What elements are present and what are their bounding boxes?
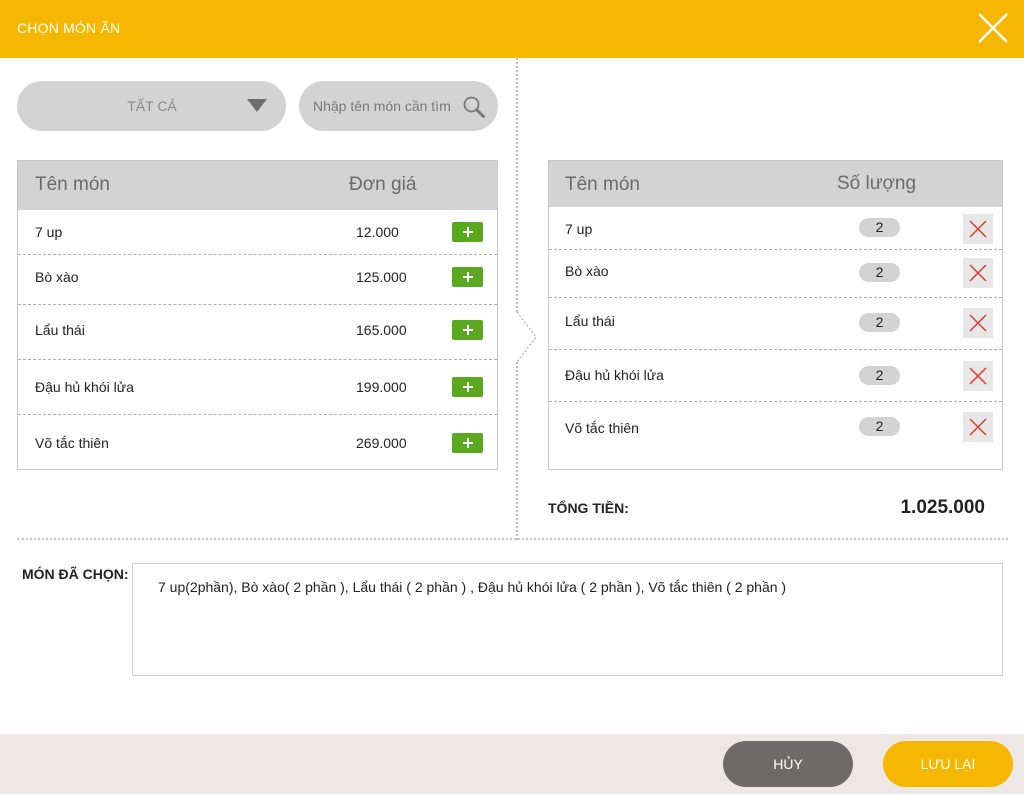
remove-item-button[interactable] bbox=[963, 308, 993, 338]
menu-row: Bò xào 125.000 bbox=[18, 255, 497, 305]
selected-item-name: Lẩu thái bbox=[565, 313, 615, 329]
menu-item-price: 125.000 bbox=[356, 269, 407, 285]
remove-item-button[interactable] bbox=[963, 412, 993, 442]
selected-item-name: Võ tắc thiên bbox=[565, 420, 639, 436]
selected-row: 7 up 2 bbox=[549, 207, 1002, 250]
quantity-badge[interactable]: 2 bbox=[859, 263, 900, 282]
close-icon bbox=[969, 418, 987, 436]
close-icon bbox=[969, 367, 987, 385]
search-box bbox=[299, 81, 498, 131]
chosen-items-label: MÓN ĐÃ CHỌN: bbox=[22, 566, 129, 582]
selected-col-name-header: Tên món bbox=[565, 174, 640, 195]
divider-arrow bbox=[516, 312, 537, 362]
close-icon bbox=[969, 314, 987, 332]
caret-down-icon bbox=[247, 99, 267, 112]
horizontal-divider bbox=[17, 538, 1008, 540]
add-item-button[interactable] bbox=[452, 222, 483, 242]
selected-item-name: Đậu hủ khói lửa bbox=[565, 367, 664, 383]
menu-col-price-header: Đơn giá bbox=[349, 174, 417, 195]
remove-item-button[interactable] bbox=[963, 258, 993, 288]
add-item-button[interactable] bbox=[452, 433, 483, 453]
selected-item-name: Bò xào bbox=[565, 263, 609, 279]
menu-item-name: 7 up bbox=[35, 224, 63, 240]
chosen-items-box: 7 up(2phần), Bò xào( 2 phần ), Lẩu thái … bbox=[132, 563, 1003, 676]
menu-item-price: 199.000 bbox=[356, 379, 407, 395]
total-value: 1.025.000 bbox=[900, 497, 985, 518]
menu-item-price: 12.000 bbox=[356, 224, 399, 240]
selected-item-name: 7 up bbox=[565, 221, 593, 237]
add-item-button[interactable] bbox=[452, 377, 483, 397]
menu-col-name-header: Tên món bbox=[35, 174, 110, 195]
search-input[interactable] bbox=[313, 96, 461, 116]
menu-item-name: Đậu hủ khói lửa bbox=[35, 379, 134, 395]
dialog-header: CHỌN MÓN ĂN bbox=[0, 0, 1024, 58]
close-icon bbox=[969, 220, 987, 238]
selected-row: Võ tắc thiên 2 bbox=[549, 402, 1002, 469]
quantity-badge[interactable]: 2 bbox=[859, 417, 900, 436]
dialog-title: CHỌN MÓN ĂN bbox=[17, 20, 121, 36]
menu-row: 7 up 12.000 bbox=[18, 210, 497, 255]
selected-items-table: Tên món Số lượng 7 up 2 Bò xào 2 Lẩu thá… bbox=[548, 160, 1003, 470]
menu-item-name: Bò xào bbox=[35, 269, 79, 285]
menu-item-price: 165.000 bbox=[356, 322, 407, 338]
selected-col-qty-header: Số lượng bbox=[837, 173, 917, 194]
selected-table-header: Tên món Số lượng bbox=[549, 161, 1002, 207]
menu-table: Tên món Đơn giá 7 up 12.000 Bò xào 125.0… bbox=[17, 160, 498, 470]
selected-row: Lẩu thái 2 bbox=[549, 298, 1002, 350]
search-icon[interactable] bbox=[462, 95, 486, 119]
remove-item-button[interactable] bbox=[963, 361, 993, 391]
menu-item-price: 269.000 bbox=[356, 435, 407, 451]
add-item-button[interactable] bbox=[452, 267, 483, 287]
chosen-items-text: 7 up(2phần), Bò xào( 2 phần ), Lẩu thái … bbox=[158, 579, 787, 595]
remove-item-button[interactable] bbox=[963, 214, 993, 244]
selected-row: Bò xào 2 bbox=[549, 250, 1002, 298]
selected-row: Đậu hủ khói lửa 2 bbox=[549, 350, 1002, 402]
menu-table-header: Tên món Đơn giá bbox=[18, 161, 497, 210]
close-icon bbox=[969, 264, 987, 282]
vertical-divider bbox=[516, 58, 518, 540]
total-label: TỔNG TIỀN: bbox=[548, 500, 629, 516]
menu-row: Đậu hủ khói lửa 199.000 bbox=[18, 360, 497, 415]
add-item-button[interactable] bbox=[452, 320, 483, 340]
cancel-button[interactable]: HỦY bbox=[723, 741, 853, 787]
menu-item-name: Lẩu thái bbox=[35, 322, 85, 338]
menu-row: Lẩu thái 165.000 bbox=[18, 305, 497, 360]
save-button[interactable]: LƯU LẠI bbox=[883, 741, 1013, 787]
category-filter-select[interactable]: TẤT CẢ bbox=[17, 81, 286, 131]
close-icon[interactable] bbox=[976, 11, 1010, 45]
menu-row: Võ tắc thiên 269.000 bbox=[18, 415, 497, 469]
quantity-badge[interactable]: 2 bbox=[859, 218, 900, 237]
menu-item-name: Võ tắc thiên bbox=[35, 435, 109, 451]
quantity-badge[interactable]: 2 bbox=[859, 366, 900, 385]
dialog-footer bbox=[0, 734, 1024, 794]
quantity-badge[interactable]: 2 bbox=[859, 313, 900, 332]
